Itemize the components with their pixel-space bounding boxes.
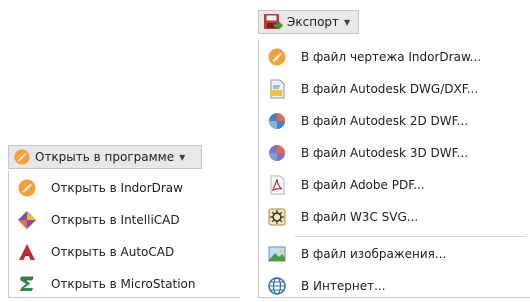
menu-item-label: В файл W3C SVG... <box>301 210 419 224</box>
open-in-program-button[interactable]: Открыть в программе ▼ <box>8 145 202 169</box>
menu-item-export-2d-dwf[interactable]: В файл Autodesk 2D DWF... <box>259 105 530 137</box>
intellicad-icon <box>18 211 36 229</box>
menu-item-open-microstation[interactable]: Открыть в MicroStation <box>9 268 240 300</box>
menu-separator <box>295 236 526 237</box>
menu-item-label: Открыть в IntelliCAD <box>51 213 180 227</box>
indordraw-icon <box>14 149 30 165</box>
indordraw-icon <box>18 179 36 197</box>
menu-item-label: Открыть в MicroStation <box>51 277 196 291</box>
menu-item-open-intellicad[interactable]: Открыть в IntelliCAD <box>9 204 240 236</box>
menu-item-label: В файл изображения... <box>301 247 447 261</box>
dwf-3d-icon <box>269 145 285 161</box>
svg-icon <box>268 208 286 226</box>
export-dropdown: В файл чертежа IndorDraw... В файл Autod… <box>258 40 530 298</box>
chevron-down-icon: ▼ <box>179 152 186 162</box>
menu-item-label: В файл Autodesk 3D DWF... <box>301 146 469 160</box>
menu-item-export-internet[interactable]: В Интернет... <box>259 270 530 302</box>
dwf-2d-icon <box>269 113 285 129</box>
microstation-icon <box>20 276 34 291</box>
open-menu-label: Открыть в программе <box>35 150 175 164</box>
open-dropdown: Открыть в IndorDraw Открыть в IntelliCAD… <box>8 171 240 298</box>
menu-item-export-dwg-dxf[interactable]: В файл Autodesk DWG/DXF... <box>259 73 530 105</box>
menu-item-label: В файл Autodesk 2D DWF... <box>301 114 469 128</box>
indordraw-icon <box>268 48 286 66</box>
export-icon <box>264 14 283 30</box>
menu-item-label: В файл чертежа IndorDraw... <box>301 50 482 64</box>
chevron-down-icon: ▼ <box>344 17 351 27</box>
menu-item-export-pdf[interactable]: В файл Adobe PDF... <box>259 169 530 201</box>
menu-item-label: Открыть в AutoCAD <box>51 245 175 259</box>
dwg-file-icon <box>270 79 285 99</box>
export-menu-label: Экспорт <box>287 15 340 29</box>
menu-item-open-autocad[interactable]: Открыть в AutoCAD <box>9 236 240 268</box>
menu-item-label: В файл Adobe PDF... <box>301 178 425 192</box>
menu-item-export-3d-dwf[interactable]: В файл Autodesk 3D DWF... <box>259 137 530 169</box>
pdf-icon <box>270 175 285 195</box>
menu-item-label: Открыть в IndorDraw <box>51 181 183 195</box>
menu-item-label: В Интернет... <box>301 279 386 293</box>
menu-item-label: В файл Autodesk DWG/DXF... <box>301 82 479 96</box>
export-menu-button[interactable]: Экспорт ▼ <box>258 10 359 34</box>
globe-icon <box>268 277 286 295</box>
menu-item-open-indordraw[interactable]: Открыть в IndorDraw <box>9 172 240 204</box>
menu-item-export-image[interactable]: В файл изображения... <box>259 238 530 270</box>
autocad-icon <box>19 244 35 260</box>
menu-item-export-indordraw[interactable]: В файл чертежа IndorDraw... <box>259 41 530 73</box>
image-file-icon <box>268 246 286 262</box>
menu-item-export-svg[interactable]: В файл W3C SVG... <box>259 201 530 233</box>
